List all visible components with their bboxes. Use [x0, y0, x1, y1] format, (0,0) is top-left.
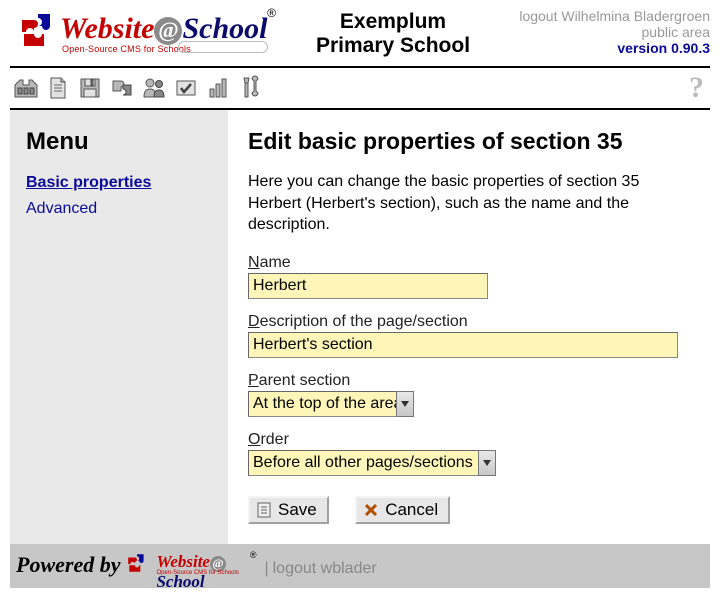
save-button[interactable]: Save: [248, 496, 329, 524]
description-input[interactable]: [248, 332, 678, 358]
sidebar-item-advanced[interactable]: Advanced: [26, 200, 212, 218]
puzzle-icon: [18, 10, 58, 55]
save-small-icon: [256, 502, 272, 518]
powered-by-text: Powered by: [16, 552, 120, 578]
users-icon[interactable]: [140, 75, 168, 101]
page-title: Edit basic properties of section 35: [248, 128, 694, 155]
config-check-icon[interactable]: [172, 75, 200, 101]
brand-subtitle-rule: [178, 41, 268, 53]
brand-logo[interactable]: Website@School Open-Source CMS for Schoo…: [10, 6, 276, 58]
order-select[interactable]: Before all other pages/sections: [248, 450, 478, 476]
main-content: Edit basic properties of section 35 Here…: [228, 110, 710, 544]
parent-label: Parent section: [248, 372, 694, 390]
school-name: Exemplum Primary School: [276, 6, 510, 58]
cancel-button-label: Cancel: [385, 500, 438, 520]
toolbar: ?: [10, 66, 710, 110]
cancel-x-icon: [363, 502, 379, 518]
registered-mark: ®: [267, 6, 276, 20]
puzzle-icon: [126, 552, 148, 577]
logout-link[interactable]: logout Wilhelmina Bladergroen: [510, 8, 710, 24]
home-icon[interactable]: [12, 75, 40, 101]
save-disk-icon[interactable]: [76, 75, 104, 101]
version-text: version 0.90.3: [510, 40, 710, 56]
sidebar: Menu Basic properties Advanced: [10, 110, 228, 544]
area-link[interactable]: public area: [510, 24, 710, 40]
footer-separator: |: [264, 560, 268, 580]
name-label: Name: [248, 254, 694, 272]
sidebar-title: Menu: [26, 128, 212, 156]
button-row: Save Cancel: [248, 496, 694, 524]
footer-brand-logo[interactable]: Website@School Open-Source CMS for Schoo…: [126, 550, 256, 580]
order-label: Order: [248, 431, 694, 449]
order-select-dropdown-icon[interactable]: [478, 450, 496, 476]
parent-select[interactable]: At the top of the area: [248, 391, 396, 417]
cancel-button[interactable]: Cancel: [355, 496, 450, 524]
sidebar-item-basic-properties[interactable]: Basic properties: [26, 174, 212, 192]
school-name-line2: Primary School: [276, 34, 510, 58]
parent-select-dropdown-icon[interactable]: [396, 391, 414, 417]
stats-icon[interactable]: [204, 75, 232, 101]
body: Menu Basic properties Advanced Edit basi…: [10, 110, 710, 544]
modules-icon[interactable]: [108, 75, 136, 101]
school-name-line1: Exemplum: [276, 10, 510, 34]
help-icon[interactable]: ?: [689, 71, 704, 105]
footer-logout-link[interactable]: logout wblader: [273, 560, 377, 580]
header-right: logout Wilhelmina Bladergroen public are…: [510, 6, 710, 56]
footer: Powered by Website@School Open-Source CM…: [10, 544, 710, 588]
header: Website@School Open-Source CMS for Schoo…: [0, 0, 720, 62]
description-label: Description of the page/section: [248, 313, 694, 331]
page-icon[interactable]: [44, 75, 72, 101]
name-input[interactable]: [248, 273, 488, 299]
brand-subtitle: Open-Source CMS for Schools: [62, 44, 191, 54]
intro-text: Here you can change the basic properties…: [248, 171, 678, 236]
save-button-label: Save: [278, 500, 317, 520]
tools-icon[interactable]: [236, 75, 264, 101]
